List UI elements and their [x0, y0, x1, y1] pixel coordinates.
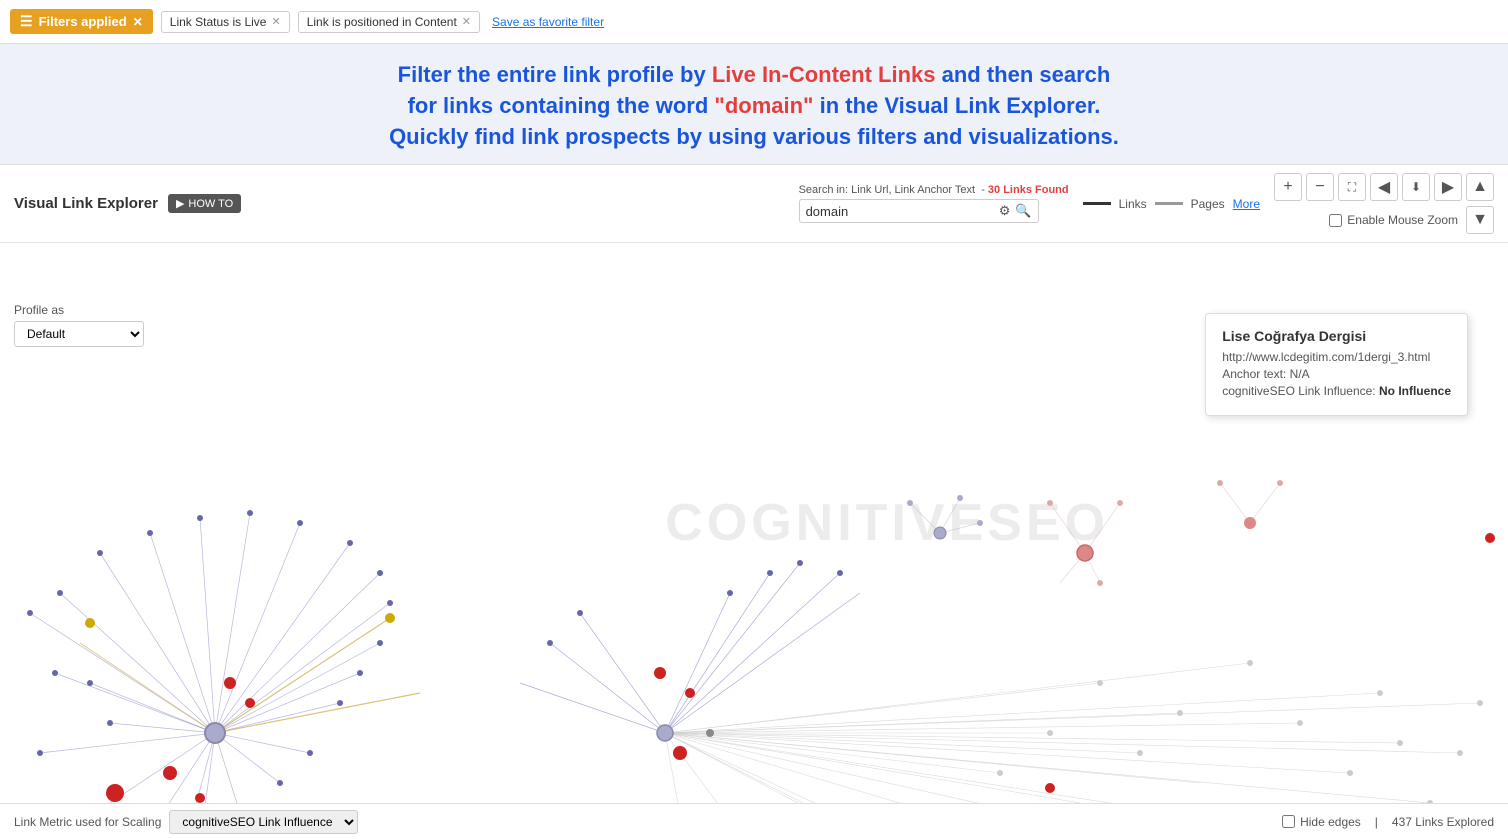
legend-links-line [1083, 202, 1111, 205]
top-bar: ☰ Filters applied ✕ Link Status is Live … [0, 0, 1508, 44]
links-explored-count: 437 Links Explored [1392, 815, 1494, 829]
hide-edges-text: Hide edges [1300, 815, 1361, 829]
fullscreen-button[interactable]: ⛶ [1338, 173, 1366, 201]
remove-filter2-button[interactable]: ✕ [462, 15, 471, 28]
save-favorite-filter-link[interactable]: Save as favorite filter [492, 15, 604, 29]
tooltip-site-name: Lise Coğrafya Dergisi [1222, 328, 1451, 344]
hero-text-banner: Filter the entire link profile by Live I… [0, 44, 1508, 165]
search-label: Search in: Link Url, Link Anchor Text - … [799, 184, 1069, 196]
zoom-in-button[interactable]: + [1274, 173, 1302, 201]
links-found-badge: 30 Links Found [988, 184, 1069, 196]
profile-label: Profile as [14, 303, 144, 317]
enable-mouse-zoom-checkbox[interactable] [1329, 214, 1342, 227]
filter-tag-link-status: Link Status is Live ✕ [161, 11, 290, 33]
metric-select[interactable]: cognitiveSEO Link Influence [169, 810, 358, 834]
hero-line2-red: "domain" [714, 93, 813, 118]
tooltip-anchor-value: N/A [1290, 367, 1310, 381]
node-tooltip: Lise Coğrafya Dergisi http://www.lcdegit… [1205, 313, 1468, 416]
tooltip-influence-value: No Influence [1379, 384, 1451, 398]
nav-down-button[interactable]: ▼ [1466, 206, 1494, 234]
tooltip-url: http://www.lcdegitim.com/1dergi_3.html [1222, 350, 1451, 364]
separator: | [1375, 815, 1378, 829]
legend-pages-line [1155, 202, 1183, 205]
vle-title: Visual Link Explorer [14, 195, 158, 212]
download-button[interactable]: ⬇ [1402, 173, 1430, 201]
hide-edges-checkbox[interactable] [1282, 815, 1295, 828]
search-box: ⚙ 🔍 [799, 199, 1039, 223]
tooltip-anchor-label: Anchor text: [1222, 367, 1286, 381]
link-metric-section: Link Metric used for Scaling cognitiveSE… [14, 810, 358, 834]
search-icon[interactable]: 🔍 [1015, 203, 1031, 219]
nav-up-button[interactable]: ▲ [1466, 173, 1494, 201]
filter-tag-label: Link is positioned in Content [307, 15, 457, 29]
right-cluster [520, 533, 1495, 803]
filters-applied-button[interactable]: ☰ Filters applied ✕ [10, 9, 153, 34]
profile-section: Profile as Default [14, 303, 144, 347]
gear-icon[interactable]: ⚙ [999, 203, 1011, 219]
search-input[interactable] [806, 204, 994, 219]
play-icon: ▶ [176, 197, 184, 210]
vle-controls: Search in: Link Url, Link Anchor Text - … [799, 173, 1494, 234]
hero-line2-blue2: in the Visual Link Explorer. [813, 93, 1100, 118]
left-cluster [27, 510, 420, 803]
remove-filter1-button[interactable]: ✕ [271, 15, 280, 28]
profile-select[interactable]: Default [14, 321, 144, 347]
top-right-cluster [1047, 480, 1283, 586]
bottom-right: Hide edges | 437 Links Explored [1282, 815, 1494, 829]
zoom-controls: + − ⛶ ◀ ⬇ ▶ [1274, 173, 1462, 201]
hero-line3-blue: Quickly find link prospects by using var… [389, 124, 1119, 149]
search-section: Search in: Link Url, Link Anchor Text - … [799, 184, 1069, 223]
nav-right-button[interactable]: ▶ [1434, 173, 1462, 201]
hero-line1-red: Live In-Content Links [712, 62, 936, 87]
tooltip-influence: cognitiveSEO Link Influence: No Influenc… [1222, 384, 1451, 398]
how-to-label: HOW TO [188, 198, 233, 210]
filter-tag-link-position: Link is positioned in Content ✕ [298, 11, 480, 33]
vle-header: Visual Link Explorer ▶ HOW TO Search in:… [0, 165, 1508, 243]
legend-links-label: Links [1119, 197, 1147, 211]
vle-title-section: Visual Link Explorer ▶ HOW TO [14, 194, 241, 213]
legend: Links Pages More [1083, 197, 1260, 211]
filter-tag-label: Link Status is Live [170, 15, 267, 29]
hide-edges-label: Hide edges [1282, 815, 1361, 829]
tooltip-influence-label: cognitiveSEO Link Influence: [1222, 384, 1375, 398]
nav-left-button[interactable]: ◀ [1370, 173, 1398, 201]
hero-line2-blue: for links containing the word [408, 93, 715, 118]
hero-line1-blue: Filter the entire link profile by [398, 62, 712, 87]
legend-more-link[interactable]: More [1233, 197, 1260, 211]
tooltip-anchor: Anchor text: N/A [1222, 367, 1451, 381]
enable-mouse-zoom-label: Enable Mouse Zoom [1329, 213, 1458, 227]
zoom-out-button[interactable]: − [1306, 173, 1334, 201]
graph-area[interactable]: Profile as Default COGNITIVESEO [0, 243, 1508, 803]
hero-line1-blue2: and then search [936, 62, 1111, 87]
close-filters-icon[interactable]: ✕ [133, 15, 143, 29]
bottom-bar: Link Metric used for Scaling cognitiveSE… [0, 803, 1508, 839]
filters-applied-label: Filters applied [39, 14, 127, 29]
how-to-button[interactable]: ▶ HOW TO [168, 194, 241, 213]
far-left-top-cluster [907, 495, 983, 539]
hamburger-icon: ☰ [20, 13, 33, 30]
legend-pages-label: Pages [1191, 197, 1225, 211]
enable-zoom-text: Enable Mouse Zoom [1347, 213, 1458, 227]
link-metric-label: Link Metric used for Scaling [14, 815, 161, 829]
